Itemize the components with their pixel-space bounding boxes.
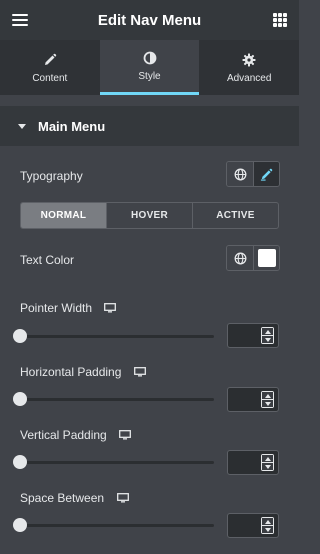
stepper-down-icon[interactable] <box>262 463 273 470</box>
hamburger-menu-icon[interactable] <box>12 14 28 26</box>
pencil-icon <box>260 168 273 181</box>
globe-icon[interactable] <box>227 246 253 270</box>
slider-handle[interactable] <box>13 518 27 532</box>
typography-control: Typography <box>20 161 280 187</box>
desktop-icon[interactable] <box>104 302 117 313</box>
tab-style[interactable]: Style <box>99 40 200 95</box>
desktop-icon[interactable] <box>119 429 132 440</box>
color-swatch <box>257 249 276 267</box>
number-stepper[interactable] <box>261 517 274 534</box>
globe-icon[interactable] <box>227 162 253 186</box>
top-bar: Edit Nav Menu <box>0 0 299 40</box>
horizontal-padding-control: Horizontal Padding <box>20 363 280 381</box>
pointer-width-control: Pointer Width <box>20 299 280 317</box>
state-tabs: NORMAL HOVER ACTIVE <box>20 202 279 229</box>
desktop-icon[interactable] <box>116 492 129 503</box>
slider-track <box>20 461 214 464</box>
apps-grid-icon[interactable] <box>273 13 287 27</box>
horizontal-padding-slider[interactable] <box>13 392 214 406</box>
stepper-up-icon[interactable] <box>262 392 273 400</box>
section-main-menu[interactable]: Main Menu <box>0 106 299 146</box>
slider-track <box>20 524 214 527</box>
typography-edit-button[interactable] <box>253 162 279 186</box>
number-stepper[interactable] <box>261 391 274 408</box>
vertical-padding-input[interactable] <box>227 450 279 475</box>
state-tab-normal[interactable]: NORMAL <box>21 203 106 228</box>
text-color-control: Text Color <box>20 245 280 271</box>
number-stepper[interactable] <box>261 327 274 344</box>
text-color-label: Text Color <box>20 253 75 267</box>
tab-advanced[interactable]: Advanced <box>199 40 300 95</box>
pencil-icon <box>42 52 58 68</box>
horizontal-padding-input[interactable] <box>227 387 279 412</box>
typography-label: Typography <box>20 169 83 183</box>
slider-handle[interactable] <box>13 329 27 343</box>
slider-handle[interactable] <box>13 392 27 406</box>
typography-buttons <box>226 161 280 187</box>
slider-handle[interactable] <box>13 455 27 469</box>
space-between-control: Space Between <box>20 489 280 507</box>
vertical-padding-control: Vertical Padding <box>20 426 280 444</box>
slider-track <box>20 335 214 338</box>
text-color-buttons <box>226 245 280 271</box>
caret-down-icon <box>18 123 26 129</box>
space-between-label: Space Between <box>20 491 105 505</box>
color-swatch-button[interactable] <box>253 246 279 270</box>
state-tab-hover[interactable]: HOVER <box>106 203 192 228</box>
number-stepper[interactable] <box>261 454 274 471</box>
stepper-down-icon[interactable] <box>262 526 273 533</box>
state-tab-active[interactable]: ACTIVE <box>192 203 278 228</box>
pointer-width-slider[interactable] <box>13 329 214 343</box>
stepper-up-icon[interactable] <box>262 518 273 526</box>
pointer-width-label: Pointer Width <box>20 301 93 315</box>
horizontal-padding-label: Horizontal Padding <box>20 365 122 379</box>
page-title: Edit Nav Menu <box>97 11 202 29</box>
tab-content-label: Content <box>32 72 68 84</box>
panel-tabs: Content Style Advanced <box>0 40 300 95</box>
space-between-slider[interactable] <box>13 518 214 532</box>
space-between-input[interactable] <box>227 513 279 538</box>
tab-content[interactable]: Content <box>0 40 100 95</box>
stepper-down-icon[interactable] <box>262 400 273 407</box>
stepper-down-icon[interactable] <box>262 336 273 343</box>
half-circle-icon <box>142 50 158 66</box>
tab-style-label: Style <box>138 71 161 82</box>
slider-track <box>20 398 214 401</box>
stepper-up-icon[interactable] <box>262 328 273 336</box>
tab-advanced-label: Advanced <box>226 72 272 84</box>
gear-icon <box>241 52 257 68</box>
pointer-width-input[interactable] <box>227 323 279 348</box>
vertical-padding-slider[interactable] <box>13 455 214 469</box>
vertical-padding-label: Vertical Padding <box>20 428 107 442</box>
section-title: Main Menu <box>38 118 106 134</box>
desktop-icon[interactable] <box>133 366 146 377</box>
stepper-up-icon[interactable] <box>262 455 273 463</box>
